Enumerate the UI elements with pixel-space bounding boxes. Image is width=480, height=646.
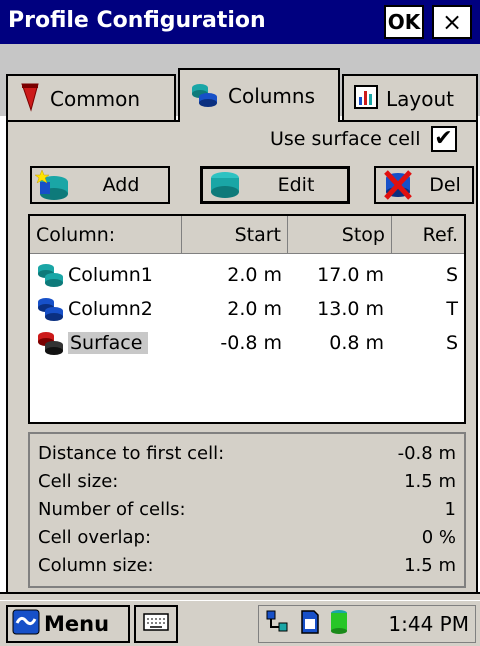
row-start: 2.0 m <box>227 298 282 320</box>
info-label: Number of cells: <box>38 498 186 520</box>
cell-info-box: Distance to first cell: -0.8 m Cell size… <box>28 432 466 588</box>
info-label: Cell size: <box>38 470 119 492</box>
info-cell-size: Cell size: 1.5 m <box>38 468 456 494</box>
row-stop: 13.0 m <box>317 298 384 320</box>
taskbar: Menu 1:44 PM <box>0 600 480 646</box>
row-ref: S <box>445 332 458 354</box>
add-button-label: Add <box>102 174 140 196</box>
tab-common[interactable]: Common <box>6 74 176 122</box>
columns-icon <box>190 79 220 114</box>
table-row[interactable]: Column1 2.0 m 17.0 m S <box>30 258 464 292</box>
info-value: 1 <box>444 498 456 520</box>
info-column-size: Column size: 1.5 m <box>38 552 456 578</box>
tab-layout-label: Layout <box>386 87 454 111</box>
edit-column-icon <box>205 168 245 202</box>
add-button[interactable]: Add <box>30 166 170 204</box>
title-bar: Profile Configuration OK × <box>0 0 480 44</box>
window-title: Profile Configuration <box>8 8 266 33</box>
del-button-label: Del <box>429 174 461 196</box>
system-tray: 1:44 PM <box>258 605 476 643</box>
row-ref: T <box>446 298 458 320</box>
table-row[interactable]: Column2 2.0 m 13.0 m T <box>30 292 464 326</box>
info-value: 1.5 m <box>404 554 456 576</box>
red-column-icon <box>36 329 66 357</box>
tab-columns-label: Columns <box>228 84 316 108</box>
windows-logo-icon <box>12 609 40 640</box>
header-column[interactable]: Column: <box>30 216 182 254</box>
row-name: Surface <box>68 332 149 354</box>
use-surface-cell-option: Use surface cell ✔ <box>270 126 457 152</box>
taskbar-separator <box>0 592 480 600</box>
use-surface-cell-checkbox[interactable]: ✔ <box>430 126 457 152</box>
use-surface-cell-label: Use surface cell <box>270 128 421 150</box>
layout-icon <box>354 84 378 114</box>
tab-columns[interactable]: Columns <box>178 68 340 122</box>
edit-button-label: Edit <box>277 174 315 196</box>
info-value: -0.8 m <box>397 442 456 464</box>
network-icon[interactable] <box>265 609 291 640</box>
del-button[interactable]: Del <box>374 166 474 204</box>
info-distance: Distance to first cell: -0.8 m <box>38 440 456 466</box>
keyboard-button[interactable] <box>134 605 178 643</box>
columns-table: Column: Start Stop Ref. Column1 2.0 m 17… <box>28 214 466 424</box>
info-value: 0 % <box>421 526 456 548</box>
row-stop: 0.8 m <box>329 332 384 354</box>
row-start: 2.0 m <box>227 264 282 286</box>
red-marker-icon <box>18 82 42 117</box>
row-name: Column1 <box>68 264 153 286</box>
menu-label: Menu <box>44 612 110 636</box>
row-ref: S <box>445 264 458 286</box>
row-name: Column2 <box>68 298 153 320</box>
add-column-icon <box>34 168 74 202</box>
delete-column-icon <box>378 168 418 202</box>
blue-column-icon <box>36 295 66 323</box>
header-ref[interactable]: Ref. <box>392 216 464 254</box>
tab-layout[interactable]: Layout <box>342 74 478 122</box>
table-header: Column: Start Stop Ref. <box>30 216 464 254</box>
teal-column-icon <box>36 261 66 289</box>
info-cell-overlap: Cell overlap: 0 % <box>38 524 456 550</box>
header-stop[interactable]: Stop <box>288 216 392 254</box>
info-label: Cell overlap: <box>38 526 152 548</box>
tab-common-label: Common <box>50 87 141 111</box>
close-button[interactable]: × <box>432 5 472 39</box>
row-start: -0.8 m <box>220 332 282 354</box>
header-start[interactable]: Start <box>182 216 288 254</box>
sd-card-icon[interactable] <box>299 609 321 640</box>
edit-button[interactable]: Edit <box>200 166 350 204</box>
clock[interactable]: 1:44 PM <box>388 612 469 636</box>
table-row-selected[interactable]: Surface -0.8 m 0.8 m S <box>30 326 464 360</box>
ok-button[interactable]: OK <box>384 5 424 39</box>
info-label: Column size: <box>38 554 154 576</box>
info-number-of-cells: Number of cells: 1 <box>38 496 456 522</box>
battery-icon[interactable] <box>329 608 349 641</box>
info-value: 1.5 m <box>404 470 456 492</box>
menu-button[interactable]: Menu <box>6 605 130 643</box>
row-stop: 17.0 m <box>317 264 384 286</box>
info-label: Distance to first cell: <box>38 442 225 464</box>
keyboard-icon <box>143 612 169 636</box>
